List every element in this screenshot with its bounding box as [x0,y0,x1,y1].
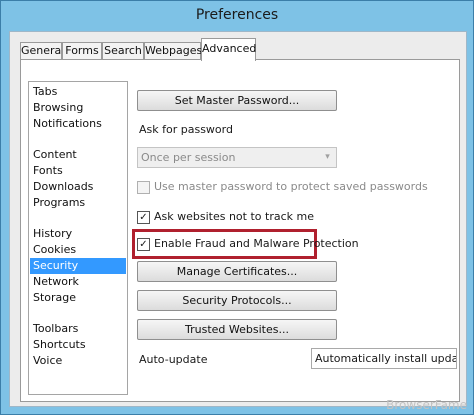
ask-for-password-select[interactable]: Once per session ▾ [137,147,337,168]
sidebar-item-shortcuts[interactable]: Shortcuts [30,337,126,353]
tab-advanced[interactable]: Advanced [201,38,256,61]
preferences-window: Preferences General Forms Search Webpage… [0,0,474,415]
security-protocols-button[interactable]: Security Protocols... [137,290,337,311]
advanced-sidebar: Tabs Browsing Notifications Content Font… [28,81,128,395]
use-master-password-label: Use master password to protect saved pas… [154,180,428,193]
ask-for-password-value: Once per session [141,151,236,164]
trusted-websites-button[interactable]: Trusted Websites... [137,319,337,340]
sidebar-item-voice[interactable]: Voice [30,353,126,369]
tab-general[interactable]: General [20,42,64,60]
sidebar-item-toolbars[interactable]: Toolbars [30,321,126,337]
sidebar-item-programs[interactable]: Programs [30,195,126,211]
chevron-down-icon: ▾ [325,152,330,162]
sidebar-item-fonts[interactable]: Fonts [30,163,126,179]
tab-webpages[interactable]: Webpages [144,42,202,60]
fraud-protection-checkbox[interactable]: ✓ [137,238,150,251]
title-bar[interactable]: Preferences [1,1,473,31]
tab-forms[interactable]: Forms [62,42,102,60]
use-master-password-checkbox[interactable] [137,181,150,194]
sidebar-item-downloads[interactable]: Downloads [30,179,126,195]
auto-update-value: Automatically install updates [315,352,456,365]
advanced-tab-panel: Tabs Browsing Notifications Content Font… [20,59,460,402]
ask-for-password-label: Ask for password [139,123,233,136]
sidebar-item-notifications[interactable]: Notifications [30,116,126,132]
sidebar-item-history[interactable]: History [30,226,126,242]
do-not-track-label: Ask websites not to track me [154,210,314,223]
sidebar-item-browsing[interactable]: Browsing [30,100,126,116]
preferences-client-area: General Forms Search Webpages Advanced T… [9,31,467,407]
auto-update-label: Auto-update [139,353,208,366]
watermark: BrowserFame [386,398,467,412]
window-title: Preferences [195,7,279,23]
fraud-protection-label: Enable Fraud and Malware Protection [154,237,359,250]
sidebar-item-content[interactable]: Content [30,147,126,163]
tab-search[interactable]: Search [102,42,144,60]
auto-update-select[interactable]: Automatically install updates [311,348,457,369]
do-not-track-checkbox[interactable]: ✓ [137,211,150,224]
sidebar-item-storage[interactable]: Storage [30,290,126,306]
set-master-password-button[interactable]: Set Master Password... [137,90,337,111]
manage-certificates-button[interactable]: Manage Certificates... [137,261,337,282]
sidebar-item-security[interactable]: Security [30,258,126,274]
sidebar-item-tabs[interactable]: Tabs [30,84,126,100]
sidebar-item-network[interactable]: Network [30,274,126,290]
sidebar-item-cookies[interactable]: Cookies [30,242,126,258]
